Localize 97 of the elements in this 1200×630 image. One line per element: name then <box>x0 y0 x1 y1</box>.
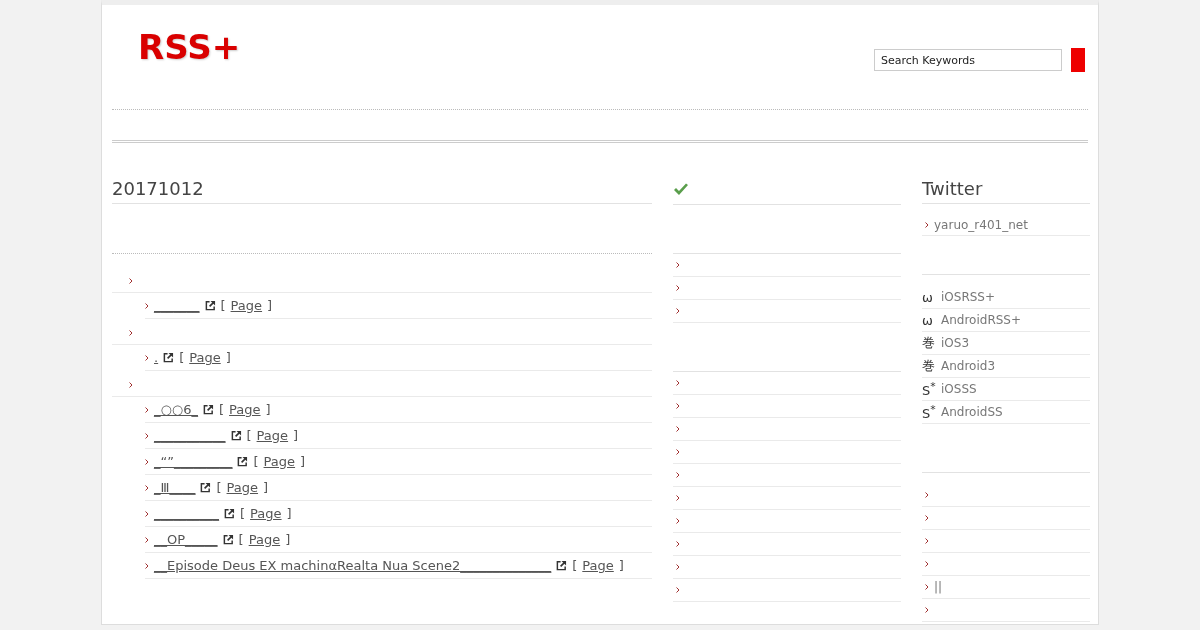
external-link-icon <box>204 300 216 311</box>
chevron-icon <box>145 302 149 309</box>
page-bracket-close: ] <box>267 298 273 313</box>
article-link[interactable]: __Episode Deus EX machinαRealta Nua Scene2______________ <box>154 558 552 573</box>
page-link[interactable]: Page <box>250 506 282 521</box>
chevron-icon <box>676 587 680 593</box>
site-logo[interactable]: RSS+ <box>138 27 241 67</box>
page-bracket-open: [ <box>240 506 246 521</box>
page-link[interactable]: Page <box>230 298 263 313</box>
app-link[interactable]: AndroidSS <box>941 405 1003 419</box>
external-link-icon <box>202 404 214 415</box>
chevron-icon <box>676 518 680 524</box>
article-link[interactable]: __________ <box>154 506 219 521</box>
external-link-icon <box>224 508 235 519</box>
external-link-icon <box>230 430 242 441</box>
chevron-icon <box>145 354 149 361</box>
app-link[interactable]: Android3 <box>941 359 996 373</box>
page-bracket-open: [ <box>218 402 225 417</box>
page-bracket-open: [ <box>246 428 252 443</box>
chevron-icon <box>925 221 929 228</box>
article-link[interactable]: _○○6_ <box>154 402 198 417</box>
search-button[interactable] <box>1071 48 1085 72</box>
page-bracket-open: [ <box>216 480 222 495</box>
external-link-icon <box>556 560 568 571</box>
chevron-icon <box>676 285 680 291</box>
search-field[interactable]: Search Keywords <box>874 49 1062 71</box>
chevron-icon <box>145 458 149 465</box>
page-link[interactable]: Page <box>256 428 289 443</box>
sidebar-link[interactable]: || <box>934 580 943 594</box>
date-heading: 20171012 <box>112 174 652 204</box>
chevron-icon <box>925 492 929 498</box>
chevron-icon <box>676 426 680 432</box>
page-link[interactable]: Page <box>582 558 614 573</box>
article-link[interactable]: _______ <box>154 298 200 313</box>
chevron-icon <box>145 562 149 569</box>
chevron-icon <box>145 484 149 491</box>
chevron-icon <box>676 380 680 386</box>
chevron-icon <box>145 432 149 439</box>
chevron-icon <box>129 278 133 284</box>
page-link[interactable]: Page <box>263 454 296 469</box>
chevron-icon <box>676 308 680 314</box>
page-bracket-close: ] <box>618 558 624 573</box>
chevron-icon <box>925 538 929 544</box>
chevron-icon <box>676 403 680 409</box>
app-link[interactable]: AndroidRSS+ <box>941 313 1022 327</box>
twitter-account-link[interactable]: yaruo_r401_net <box>934 217 1028 232</box>
page-bracket-close: ] <box>225 350 231 365</box>
chevron-icon <box>925 607 929 613</box>
chevron-icon <box>676 495 680 501</box>
app-icon: S$^{*}$ <box>922 379 936 399</box>
chevron-icon <box>129 330 133 336</box>
chevron-icon <box>145 406 149 413</box>
chevron-icon <box>145 510 149 517</box>
external-link-icon <box>222 534 234 545</box>
page-bracket-open: [ <box>220 298 226 313</box>
twitter-heading: Twitter <box>922 174 1090 204</box>
page-link[interactable]: Page <box>226 480 259 495</box>
app-link[interactable]: iOSRSS+ <box>941 290 996 304</box>
check-icon <box>673 182 689 196</box>
page-link[interactable]: Page <box>189 350 221 365</box>
article-link[interactable]: __OP_____ <box>154 532 218 547</box>
article-link[interactable]: _“”_________ <box>154 454 233 469</box>
page-bracket-close: ] <box>286 506 292 521</box>
article-link[interactable]: . <box>154 350 159 365</box>
app-link[interactable]: iOSSS <box>941 382 977 396</box>
chevron-icon <box>925 584 929 590</box>
chevron-icon <box>676 564 680 570</box>
article-link[interactable]: ___________ <box>154 428 226 443</box>
chevron-icon <box>925 561 929 567</box>
chevron-icon <box>925 515 929 521</box>
app-link[interactable]: iOS3 <box>941 336 970 350</box>
page-bracket-open: [ <box>238 532 244 547</box>
app-icon: 巻 <box>922 357 936 375</box>
page-bracket-close: ] <box>293 428 299 443</box>
chevron-icon <box>129 382 133 388</box>
app-icon: S$^{*}$ <box>922 402 936 422</box>
page-bracket-close: ] <box>265 402 271 417</box>
external-link-icon <box>237 456 249 467</box>
chevron-icon <box>676 472 680 478</box>
chevron-icon <box>145 536 149 543</box>
external-link-icon <box>200 482 212 493</box>
app-icon: 巻 <box>922 334 936 352</box>
article-link[interactable]: _Ⅲ____ <box>154 480 196 495</box>
chevron-icon <box>676 262 680 268</box>
app-icon: ω <box>922 312 936 328</box>
page-bracket-open: [ <box>253 454 259 469</box>
page-bracket-close: ] <box>300 454 306 469</box>
page-bracket-close: ] <box>285 532 291 547</box>
page-link[interactable]: Page <box>248 532 281 547</box>
page-bracket-open: [ <box>179 350 185 365</box>
page-bracket-open: [ <box>572 558 578 573</box>
chevron-icon <box>676 449 680 455</box>
page-bracket-close: ] <box>263 480 269 495</box>
chevron-icon <box>676 541 680 547</box>
external-link-icon <box>163 352 175 363</box>
page-link[interactable]: Page <box>229 402 261 417</box>
app-icon: ω <box>922 289 936 305</box>
